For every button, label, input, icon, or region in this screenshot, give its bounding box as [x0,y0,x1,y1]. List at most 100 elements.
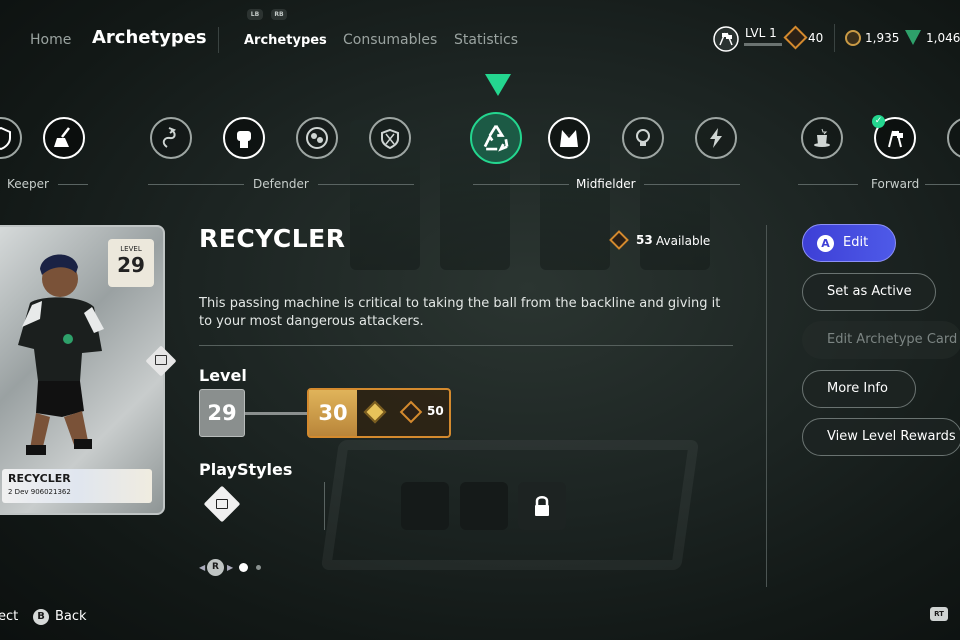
ap-icon [609,230,629,250]
archetype-defender-2[interactable] [223,117,265,159]
ap-available-label: Available [656,234,711,248]
archetype-midfielder-3[interactable] [622,117,664,159]
group-divider [644,184,740,185]
tuxedo-icon [560,130,578,147]
level-up-button[interactable]: 30 50 [307,388,451,438]
level-heading: Level [199,366,247,385]
right-stick-icon: R [207,559,224,576]
page-left-icon[interactable]: ◀ [199,563,205,572]
player-level: LVL 1 [745,26,777,40]
checkered-flags-icon [888,130,903,148]
playstyle-empty-slot[interactable] [460,482,508,530]
ap-available-count: 53 [636,233,653,247]
page-right-icon[interactable]: ▶ [227,563,233,572]
nav-home[interactable]: Home [30,32,71,48]
coin-balance: 1,935 [865,31,900,45]
archetype-defender-1[interactable] [150,117,192,159]
reward-icon [363,400,387,424]
magic-hat-icon [814,128,830,147]
section-divider [199,345,733,346]
card-level-badge: LEVEL 29 [108,239,154,287]
next-level: 30 [309,390,357,436]
edit-archetype-card-button[interactable]: Edit Archetype Card [802,321,960,359]
group-divider [148,184,244,185]
archetype-card[interactable]: LEVEL 29 RECYCLER 2 Dev 906021362 [0,225,165,515]
ap-icon [783,25,808,50]
level-track [245,412,307,415]
more-info-button[interactable]: More Info [802,370,916,408]
playstyle-empty-slot[interactable] [401,482,449,530]
nav-divider [218,27,219,53]
ball-cluster-icon [306,127,328,149]
edit-label: Edit [843,235,869,250]
page-dot[interactable] [256,565,261,570]
background-logo-floor [320,440,700,570]
playstyle-divider [324,482,325,530]
active-check-icon: ✓ [872,115,885,128]
a-button-icon: A [817,235,834,252]
card-swap-icon [155,355,167,365]
ap-balance: 40 [808,31,824,45]
archetype-forward-3[interactable] [947,117,960,159]
group-divider [318,184,414,185]
set-active-button[interactable]: Set as Active [802,273,936,311]
ap-icon [399,400,423,424]
view-level-rewards-button[interactable]: View Level Rewards [802,418,960,456]
panel-divider [766,225,767,587]
shield-swords-icon [381,128,399,150]
group-label-keeper: Keeper [7,177,49,191]
playstyles-heading: PlayStyles [199,460,293,479]
group-label-forward: Forward [871,177,920,191]
card-name-plate: RECYCLER 2 Dev 906021362 [2,469,152,503]
tab-consumables[interactable]: Consumables [343,32,437,48]
archetype-midfielder-4[interactable] [695,117,737,159]
playstyle-icon [216,499,228,509]
upgrade-cost: 50 [427,404,444,418]
group-label-defender: Defender [253,177,309,191]
archetype-midfielder-2[interactable] [548,117,590,159]
rt-trigger-icon: RT [930,607,948,621]
group-divider [925,184,960,185]
archetype-defender-4[interactable] [369,117,411,159]
recycle-icon [483,124,509,152]
b-button-icon: B [33,609,49,625]
group-divider [58,184,88,185]
archetype-keeper-1[interactable] [0,117,22,159]
points-balance: 1,046 [926,31,960,45]
archetype-description: This passing machine is critical to taki… [199,296,721,329]
group-divider [798,184,858,185]
card-player-id: 2 Dev 906021362 [8,488,71,496]
spiral-arrow-icon [162,127,177,148]
checkered-flags-icon [713,26,739,52]
back-button[interactable]: Back [55,609,87,624]
page-title: Archetypes [92,27,207,48]
archetype-forward-1[interactable] [801,117,843,159]
hud-divider [834,24,835,52]
level-progress-bar [744,43,782,46]
lb-bumper-icon[interactable]: LB [247,9,263,20]
coin-icon [845,30,861,46]
tab-statistics[interactable]: Statistics [454,32,518,48]
card-name: RECYCLER [8,472,71,485]
fist-icon [237,131,251,148]
playstyle-locked-slot[interactable] [518,482,566,530]
rb-bumper-icon[interactable]: RB [271,9,287,20]
edit-button[interactable]: A Edit [802,224,896,262]
select-hint: ect [0,609,19,624]
page-dot-active[interactable] [239,563,248,572]
archetype-keeper-2[interactable] [43,117,85,159]
broom-icon [54,127,70,147]
card-level-value: 29 [117,253,145,277]
group-divider [473,184,569,185]
shield-icon [0,126,11,151]
archetype-title: RECYCLER [199,224,346,253]
current-level: 29 [199,389,245,437]
lightning-icon [710,128,722,148]
group-label-midfielder: Midfielder [576,177,636,191]
lock-icon [535,496,549,516]
archetype-recycler[interactable] [470,112,522,164]
card-level-label: LEVEL [120,245,142,253]
tab-archetypes[interactable]: Archetypes [244,33,327,48]
archetype-defender-3[interactable] [296,117,338,159]
selection-indicator-icon [485,74,511,96]
